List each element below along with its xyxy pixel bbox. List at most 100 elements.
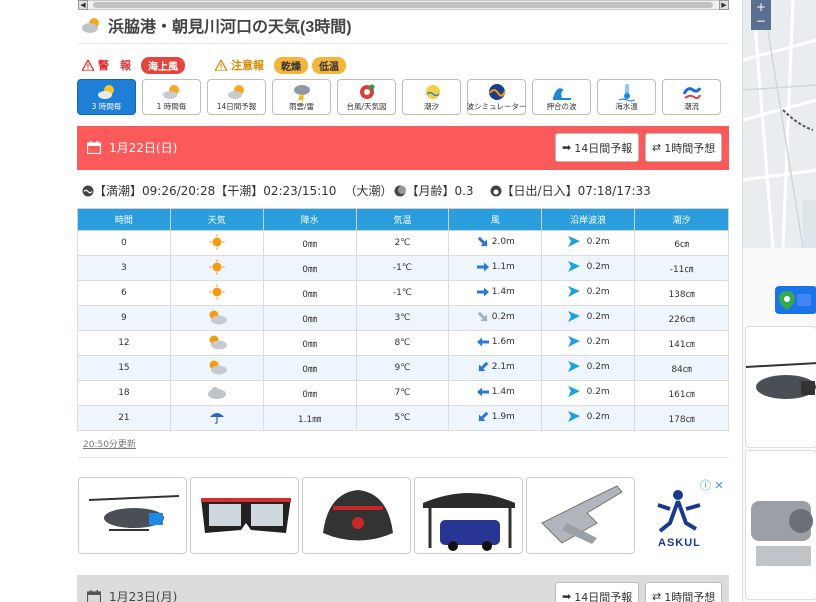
tide-cell: 84㎝ [634, 355, 729, 381]
title-divider [78, 43, 729, 44]
wave-direction-icon [567, 335, 580, 347]
ad-gripper-side[interactable] [745, 450, 816, 600]
table-row: 6 0㎜ -1℃ 1.4m 0.2m 138㎝ [77, 280, 729, 306]
precip-cell: 0㎜ [262, 305, 357, 331]
ad-drone[interactable] [78, 477, 187, 554]
precip-cell: 1.1㎜ [262, 405, 357, 431]
wind-cell: 2.1m [448, 355, 543, 381]
table-row: 3 0㎜ -1℃ 1.1m 0.2m -11㎝ [77, 255, 729, 281]
arrow-right-icon: ➡ [562, 141, 572, 154]
scroll-left-arrow-icon[interactable]: ◀ [78, 0, 88, 10]
weather-cell [169, 355, 264, 381]
weather-cell [169, 255, 264, 281]
tide-cell: -11㎝ [634, 255, 729, 281]
scroll-right-arrow-icon[interactable]: ▶ [719, 0, 729, 10]
askul-ad[interactable]: ASKUL [640, 483, 720, 553]
ad-safety-goggles[interactable] [190, 477, 299, 554]
wave-cell: 0.2m [541, 380, 636, 406]
wind-cell: 1.9m [448, 405, 543, 431]
tab-current[interactable]: 潮流 [662, 79, 721, 115]
current-icon [682, 87, 701, 100]
tab-1-hourly[interactable]: 1 時間毎 [142, 79, 201, 115]
advisory-badge-dry[interactable]: 乾燥 [274, 56, 308, 74]
wave-cell: 0.2m [541, 255, 636, 281]
14-day-forecast-button[interactable]: ➡ 14日間予報 [555, 133, 640, 162]
sun-cloud-icon [209, 310, 227, 324]
temp-cell: 5℃ [355, 405, 450, 431]
wind-arrow-icon [476, 287, 489, 296]
precip-cell: 0㎜ [262, 255, 357, 281]
temp-cell: 3℃ [355, 305, 450, 331]
tab-3-hourly[interactable]: 3 時間毎 [77, 79, 136, 115]
wave-cell: 0.2m [541, 280, 636, 306]
ad-gripper[interactable] [526, 477, 635, 554]
tab-typhoon-map[interactable]: 台風/天気図 [337, 79, 396, 115]
tab-wave-simulator[interactable]: 波シミュレーター [467, 79, 526, 115]
wind-cell: 2.0m [448, 230, 543, 256]
askul-brand: ASKUL [658, 537, 701, 549]
tide-cell: 226㎝ [634, 305, 729, 331]
google-maps-button[interactable] [775, 286, 816, 314]
sun-cloud-icon [97, 85, 114, 99]
table-row: 12 0㎜ 8℃ 1.6m 0.2m 141㎝ [77, 330, 729, 356]
map-zoom-control[interactable]: + − [751, 0, 771, 30]
14-day-forecast-button[interactable]: ➡ 14日間予報 [555, 582, 640, 602]
wave-direction-icon [567, 235, 580, 247]
date-label: 1月23日(月) [109, 590, 178, 602]
precip-cell: 0㎜ [262, 330, 357, 356]
tab-14-day[interactable]: 14日間予報 [207, 79, 266, 115]
tide-cell: 6㎝ [634, 230, 729, 256]
table-row: 9 0㎜ 3℃ 0.2m 0.2m 226㎝ [77, 305, 729, 331]
sunny-icon [209, 234, 225, 249]
scrollbar-thumb[interactable] [93, 2, 713, 8]
ad-info-close-icon[interactable]: ⓘ ✕ [700, 477, 724, 493]
1-hour-forecast-button[interactable]: ⇄ 1時間予想 [645, 582, 723, 602]
horizontal-scrollbar[interactable]: ◀ ▶ [78, 0, 729, 10]
table-row: 18 0㎜ 7℃ 1.4m 0.2m 161㎝ [77, 380, 729, 406]
sun-cloud-icon [227, 85, 244, 99]
ad-drone-side[interactable] [745, 326, 816, 448]
wave-cell: 0.2m [541, 355, 636, 381]
weather-cell [169, 230, 264, 256]
time-cell: 0 [77, 230, 171, 256]
wind-cell: 1.4m [448, 280, 543, 306]
umbrella-icon [209, 412, 224, 424]
wind-arrow-icon [478, 361, 489, 371]
weather-cell [169, 305, 264, 331]
precip-cell: 0㎜ [262, 380, 357, 406]
ad-carport[interactable] [414, 477, 523, 554]
updated-time-link[interactable]: 20:50分更新 [83, 437, 136, 450]
warning-label: 警 報 [82, 57, 131, 73]
temp-cell: -1℃ [355, 280, 450, 306]
tide-cell: 178㎝ [634, 405, 729, 431]
ad-gaming-mouse[interactable] [302, 477, 411, 554]
tab-rain-thunder[interactable]: 雨雲/雷 [272, 79, 331, 115]
advisory-triangle-icon [215, 59, 227, 71]
temp-cell: 2℃ [355, 230, 450, 256]
wave-cell: 0.2m [541, 305, 636, 331]
tide-icon [425, 85, 440, 99]
sunny-icon [209, 284, 225, 299]
col-tide: 潮汐 [634, 208, 729, 231]
cloud-lightning-icon [293, 85, 310, 102]
calendar-icon [87, 590, 101, 602]
1-hour-forecast-button[interactable]: ⇄ 1時間予想 [645, 133, 723, 162]
typhoon-icon [359, 84, 374, 99]
map-widget[interactable]: + − [743, 0, 816, 248]
gripper-image [541, 485, 623, 544]
calendar-icon [87, 141, 101, 154]
time-cell: 12 [77, 330, 171, 356]
warning-badge-marine-wind[interactable]: 海上風 [141, 56, 185, 74]
moon-icon [394, 185, 407, 196]
sunny-icon [209, 259, 225, 274]
tab-offshore-waves[interactable]: 押合の波 [532, 79, 591, 115]
wind-arrow-icon [477, 311, 487, 321]
tab-sea-temp[interactable]: 海水温 [597, 79, 656, 115]
time-cell: 15 [77, 355, 171, 381]
sunrise-icon [490, 185, 502, 196]
wave-direction-icon [567, 260, 580, 272]
tab-tide[interactable]: 潮汐 [402, 79, 461, 115]
advisory-badge-low-temp[interactable]: 低温 [312, 56, 346, 74]
section-divider [78, 457, 729, 458]
gripper-image [751, 501, 813, 566]
